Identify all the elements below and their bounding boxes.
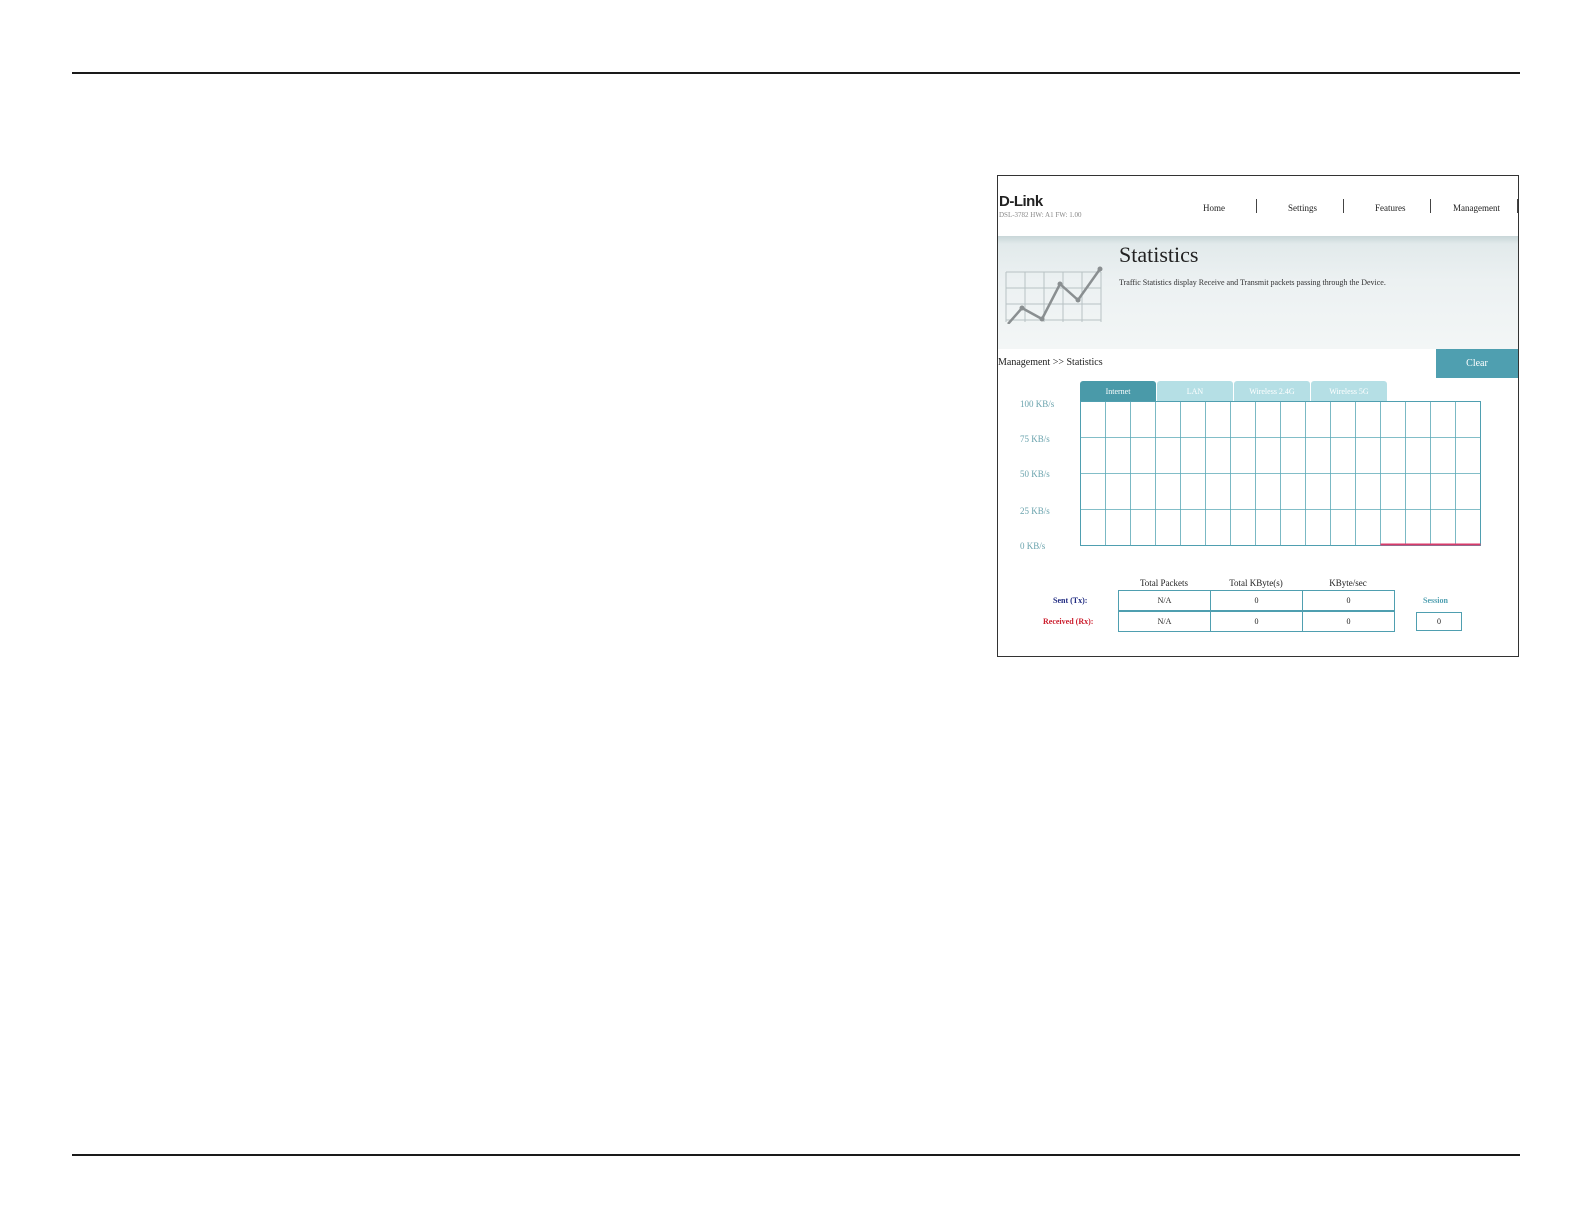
session-value: 0 <box>1416 612 1462 631</box>
brand-logo[interactable]: D-Link <box>999 193 1043 210</box>
received-kbyte-sec: 0 <box>1302 611 1395 632</box>
sent-total-packets: N/A <box>1118 590 1211 611</box>
page-bottom-rule <box>72 1154 1520 1156</box>
sent-kbyte-sec: 0 <box>1302 590 1395 611</box>
router-screenshot: D-Link DSL-3782 HW: A1 FW: 1.00 Home Set… <box>997 175 1519 657</box>
header-total-kbytes: Total KByte(s) <box>1229 578 1283 588</box>
y-tick-label: 75 KB/s <box>1020 434 1050 444</box>
page-title: Statistics <box>1119 242 1199 267</box>
nav-divider <box>1430 199 1431 213</box>
y-tick-label: 100 KB/s <box>1020 399 1055 409</box>
sent-total-kbytes: 0 <box>1210 590 1303 611</box>
tab-lan[interactable]: LAN <box>1157 381 1233 401</box>
nav-home[interactable]: Home <box>1203 203 1225 213</box>
tab-internet[interactable]: Internet <box>1080 381 1156 401</box>
model-info: DSL-3782 HW: A1 FW: 1.00 <box>999 211 1082 219</box>
nav-divider <box>1256 199 1257 213</box>
received-total-packets: N/A <box>1118 611 1211 632</box>
session-label: Session <box>1423 596 1448 605</box>
nav-divider <box>1517 199 1518 213</box>
nav-divider <box>1343 199 1344 213</box>
sent-label: Sent (Tx): <box>1053 596 1088 605</box>
received-label: Received (Rx): <box>1043 617 1094 626</box>
tab-wireless-5g[interactable]: Wireless 5G <box>1311 381 1387 401</box>
header-kbyte-sec: KByte/sec <box>1329 578 1367 588</box>
traffic-chart <box>1080 401 1481 546</box>
y-tick-label: 25 KB/s <box>1020 506 1050 516</box>
y-tick-label: 0 KB/s <box>1020 541 1046 551</box>
page-top-rule <box>72 72 1520 74</box>
nav-management[interactable]: Management <box>1453 203 1500 213</box>
router-header: D-Link DSL-3782 HW: A1 FW: 1.00 Home Set… <box>998 176 1518 236</box>
statistics-chart-icon <box>1005 266 1103 324</box>
nav-features[interactable]: Features <box>1375 203 1406 213</box>
y-tick-label: 50 KB/s <box>1020 469 1050 479</box>
header-total-packets: Total Packets <box>1139 578 1189 588</box>
breadcrumb: Management >> Statistics <box>998 357 1103 368</box>
page-description: Traffic Statistics display Receive and T… <box>1119 278 1386 287</box>
received-total-kbytes: 0 <box>1210 611 1303 632</box>
clear-button[interactable]: Clear <box>1436 349 1518 378</box>
tab-wireless-2-4g[interactable]: Wireless 2.4G <box>1234 381 1310 401</box>
nav-settings[interactable]: Settings <box>1288 203 1317 213</box>
